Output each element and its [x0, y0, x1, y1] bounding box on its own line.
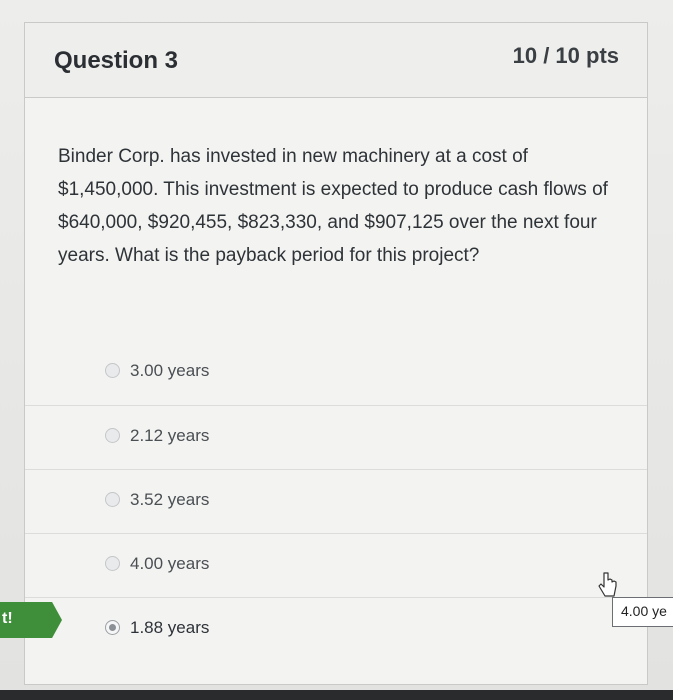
radio-button[interactable] — [105, 363, 120, 378]
question-text: Binder Corp. has invested in new machine… — [58, 146, 608, 266]
answer-label: 4.00 years — [130, 554, 210, 573]
radio-button[interactable] — [105, 428, 120, 443]
question-card: Question 3 10 / 10 pts Binder Corp. has … — [24, 22, 648, 685]
answer-label: 3.52 years — [130, 490, 210, 509]
answer-tooltip: 4.00 ye — [612, 597, 673, 627]
answer-label: 2.12 years — [130, 426, 210, 445]
tooltip-text: 4.00 ye — [621, 603, 667, 619]
radio-button[interactable] — [105, 492, 120, 507]
answer-label: 1.88 years — [130, 618, 210, 637]
pointer-cursor-icon — [598, 572, 617, 597]
answer-list: 3.00 years 2.12 years 3.52 years 4.00 ye… — [25, 341, 647, 661]
answer-option[interactable]: 4.00 years — [25, 533, 647, 597]
answer-label: 3.00 years — [130, 361, 210, 380]
question-points: 10 / 10 pts — [512, 43, 619, 68]
correct-answer-tag: t! — [0, 602, 62, 638]
bottom-bar — [0, 690, 673, 700]
answer-option[interactable]: 2.12 years — [25, 405, 647, 469]
answer-option-selected[interactable]: 1.88 years — [25, 597, 647, 661]
radio-button[interactable] — [105, 556, 120, 571]
answer-option[interactable]: 3.52 years — [25, 469, 647, 533]
correct-tag-text: t! — [2, 610, 13, 627]
answer-option[interactable]: 3.00 years — [25, 341, 647, 405]
question-title: Question 3 — [54, 47, 179, 74]
radio-button-selected[interactable] — [105, 620, 120, 635]
question-header: Question 3 10 / 10 pts — [25, 23, 647, 98]
